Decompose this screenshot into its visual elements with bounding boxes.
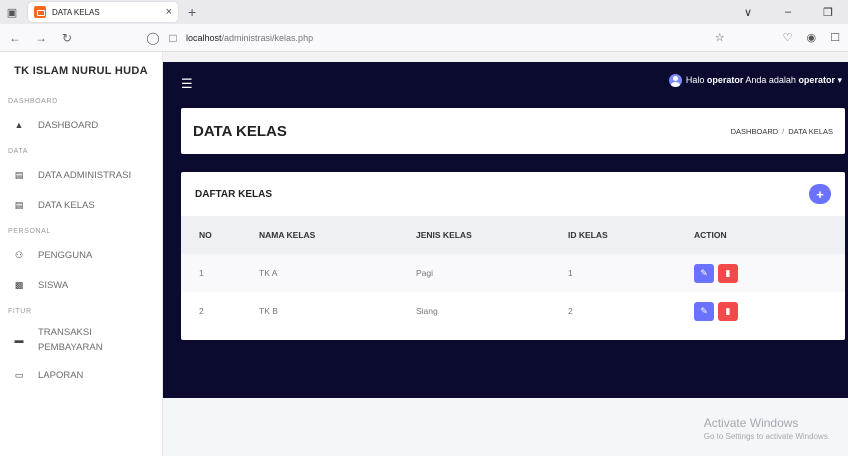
sidebar-item-laporan[interactable]: ▭ LAPORAN [0, 360, 162, 390]
bookmark-star-icon[interactable]: ☆ [715, 31, 725, 44]
restore-icon[interactable]: ❐ [808, 6, 848, 19]
breadcrumb-current: DATA KELAS [788, 126, 833, 136]
sidebar-item-pengguna[interactable]: ⚇ PENGGUNA [0, 240, 162, 270]
avatar [668, 74, 682, 87]
edit-icon: ✎ [700, 267, 708, 278]
sidebar-item-siswa[interactable]: ▩ SISWA [0, 270, 162, 300]
sidebar-heading-fitur: FITUR [8, 308, 32, 315]
new-tab-button[interactable]: + [188, 4, 196, 20]
sidebar-heading-personal: PERSONAL [8, 228, 51, 235]
sidebar-item-label: PENGGUNA [38, 249, 93, 261]
forward-icon[interactable]: → [34, 31, 48, 45]
page-title: DATA KELAS [193, 122, 287, 140]
cell-jenis-kelas: Pagi [416, 268, 434, 278]
user-greeting: Halo operator Anda adalah operator ▾ [685, 75, 842, 85]
user-menu[interactable]: Halo operator Anda adalah operator ▾ [668, 74, 842, 87]
sidebar-item-label: TRANSAKSI PEMBAYARAN [38, 327, 103, 353]
browser-tabstrip: ▣ DATA KELAS × + ∨ – ❐ [0, 0, 848, 24]
activate-windows-watermark: Activate Windows Go to Settings to activ… [703, 416, 830, 441]
sidebar-item-label: DATA KELAS [38, 199, 95, 211]
dashboard-icon: ▲ [14, 120, 24, 130]
browser-tab[interactable]: DATA KELAS × [28, 2, 178, 22]
reload-icon[interactable]: ↻ [60, 31, 74, 45]
cell-no: 2 [199, 306, 204, 316]
account-icon[interactable]: ◉ [807, 31, 817, 44]
sidebar: TK ISLAM NURUL HUDA DASHBOARD ▲ DASHBOAR… [0, 52, 163, 456]
url-text: localhost/administrasi/kelas.php [186, 32, 314, 43]
minimize-icon[interactable]: – [768, 6, 808, 19]
back-icon[interactable]: ← [8, 31, 22, 45]
sidebar-item-label: LAPORAN [38, 369, 84, 381]
sidebar-item-data-kelas[interactable]: ▤ DATA KELAS [0, 190, 162, 220]
topbar: ☰ Halo operator Anda adalah operator ▾ D… [163, 62, 848, 398]
footer: Activate Windows Go to Settings to activ… [163, 398, 848, 456]
breadcrumb: DASHBOARD / DATA KELAS [730, 126, 833, 136]
sidebar-item-label: DATA ADMINISTRASI [38, 169, 132, 181]
col-header-id-kelas: ID KELAS [568, 230, 608, 240]
cell-id-kelas: 2 [568, 306, 573, 316]
cell-id-kelas: 1 [568, 268, 573, 278]
sidebar-heading-dashboard: DASHBOARD [8, 98, 58, 105]
edit-icon: ✎ [700, 305, 708, 316]
sidebar-item-dashboard[interactable]: ▲ DASHBOARD [0, 110, 162, 140]
shield-icon[interactable]: ◯ [146, 31, 160, 45]
address-bar[interactable]: ◯ □ localhost/administrasi/kelas.php [146, 28, 703, 48]
site-favicon-icon [34, 6, 46, 18]
sidebar-item-label: DASHBOARD [38, 119, 99, 131]
col-header-no: NO [199, 230, 212, 240]
sidebar-item-data-administrasi[interactable]: ▤ DATA ADMINISTRASI [0, 160, 162, 190]
tab-title: DATA KELAS [52, 7, 100, 17]
report-icon: ▭ [14, 369, 24, 380]
col-header-jenis-kelas: JENIS KELAS [416, 230, 472, 240]
cell-nama-kelas: TK B [259, 306, 278, 316]
page-header-card: DATA KELAS DASHBOARD / DATA KELAS [181, 108, 845, 154]
extensions-icon[interactable]: ☐ [830, 31, 840, 44]
cell-no: 1 [199, 268, 204, 278]
sidebar-item-label: SISWA [38, 279, 69, 291]
menu-toggle-icon[interactable]: ☰ [181, 76, 193, 92]
users-icon: ⚇ [14, 249, 24, 260]
kelas-table: NO NAMA KELAS JENIS KELAS ID KELAS ACTIO… [181, 216, 845, 330]
edit-button[interactable]: ✎ [694, 301, 714, 321]
student-icon: ▩ [14, 279, 24, 290]
add-kelas-button[interactable]: + [809, 184, 831, 204]
trash-icon: ▮ [725, 305, 731, 316]
col-header-nama-kelas: NAMA KELAS [259, 230, 316, 240]
daftar-kelas-card: DAFTAR KELAS + NO NAMA KELAS JENIS KELAS… [181, 172, 845, 340]
table-header-row: NO NAMA KELAS JENIS KELAS ID KELAS ACTIO… [181, 216, 845, 254]
table-row: 1 TK A Pagi 1 ✎ ▮ [181, 254, 845, 292]
pocket-icon[interactable]: ♡ [783, 31, 793, 44]
chevron-down-icon: ▾ [837, 75, 842, 85]
delete-button[interactable]: ▮ [718, 263, 738, 283]
main-content: ☰ Halo operator Anda adalah operator ▾ D… [163, 62, 848, 456]
cell-jenis-kelas: Siang [416, 306, 438, 316]
payment-icon: ▬ [14, 335, 24, 345]
cell-nama-kelas: TK A [259, 268, 278, 278]
edit-button[interactable]: ✎ [694, 263, 714, 283]
database-icon: ▤ [14, 169, 24, 180]
tab-list-icon[interactable]: ▣ [0, 0, 24, 24]
tab-close-icon[interactable]: × [166, 6, 172, 18]
delete-button[interactable]: ▮ [718, 301, 738, 321]
brand-title[interactable]: TK ISLAM NURUL HUDA [0, 52, 162, 90]
tab-dropdown-icon[interactable]: ∨ [728, 6, 768, 19]
sidebar-heading-data: DATA [8, 148, 29, 155]
card-title: DAFTAR KELAS [195, 188, 273, 200]
page-info-icon[interactable]: □ [166, 31, 180, 45]
table-row: 2 TK B Siang 2 ✎ ▮ [181, 292, 845, 330]
browser-toolbar: ← → ↻ ◯ □ localhost/administrasi/kelas.p… [0, 24, 848, 52]
trash-icon: ▮ [725, 267, 731, 278]
sidebar-item-transaksi-pembayaran[interactable]: ▬ TRANSAKSI PEMBAYARAN [0, 320, 162, 360]
database-icon: ▤ [14, 199, 24, 210]
breadcrumb-dashboard-link[interactable]: DASHBOARD [731, 127, 779, 136]
col-header-action: ACTION [694, 230, 727, 240]
